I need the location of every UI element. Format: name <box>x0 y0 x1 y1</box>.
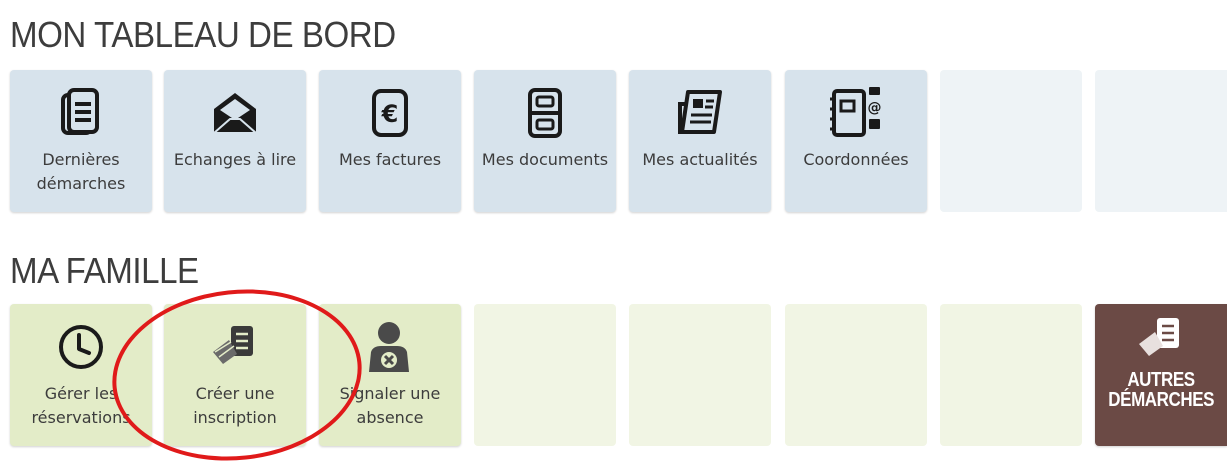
empty-tile <box>940 304 1082 446</box>
svg-text:@: @ <box>868 100 882 116</box>
tile-mes-documents[interactable]: Mes documents <box>474 70 616 212</box>
dashboard-title: MON TABLEAU DE BORD <box>10 14 396 55</box>
form-pen-icon <box>1095 314 1227 364</box>
clock-icon <box>10 318 152 376</box>
tile-label: Gérer les réservations <box>31 384 131 427</box>
person-absent-icon <box>319 318 461 376</box>
tile-label: AUTRES DÉMARCHES <box>1108 369 1215 411</box>
tile-label: Signaler une absence <box>339 384 441 427</box>
document-stack-icon <box>10 84 152 142</box>
tile-echanges-a-lire[interactable]: Echanges à lire <box>164 70 306 212</box>
empty-tile <box>1095 70 1227 212</box>
empty-tile <box>629 304 771 446</box>
empty-tile <box>940 70 1082 212</box>
open-envelope-icon <box>164 84 306 142</box>
empty-tile <box>474 304 616 446</box>
tile-label: Mes factures <box>338 150 442 169</box>
tile-label: Mes actualités <box>642 150 758 169</box>
tile-label: Echanges à lire <box>173 150 297 169</box>
tile-label: Dernières démarches <box>36 150 126 193</box>
tile-label: Mes documents <box>481 150 609 169</box>
tile-creer-inscription[interactable]: Créer une inscription <box>164 304 306 446</box>
tile-autres-demarches[interactable]: AUTRES DÉMARCHES <box>1095 304 1227 446</box>
tile-label: Coordonnées <box>803 150 909 169</box>
empty-tile <box>785 304 927 446</box>
tile-label: Créer une inscription <box>193 384 277 427</box>
tile-signaler-absence[interactable]: Signaler une absence <box>319 304 461 446</box>
tile-coordonnees[interactable]: @ Coordonnées <box>785 70 927 212</box>
tile-dernieres-demarches[interactable]: Dernières démarches <box>10 70 152 212</box>
newspaper-icon <box>629 84 771 142</box>
form-pen-icon <box>164 318 306 376</box>
famille-title: MA FAMILLE <box>10 250 199 291</box>
tile-mes-factures[interactable]: € Mes factures <box>319 70 461 212</box>
tile-mes-actualites[interactable]: Mes actualités <box>629 70 771 212</box>
tile-gerer-reservations[interactable]: Gérer les réservations <box>10 304 152 446</box>
svg-text:€: € <box>381 100 399 128</box>
filing-cabinet-icon <box>474 84 616 142</box>
euro-invoice-icon: € <box>319 84 461 142</box>
address-book-icon: @ <box>785 84 927 142</box>
